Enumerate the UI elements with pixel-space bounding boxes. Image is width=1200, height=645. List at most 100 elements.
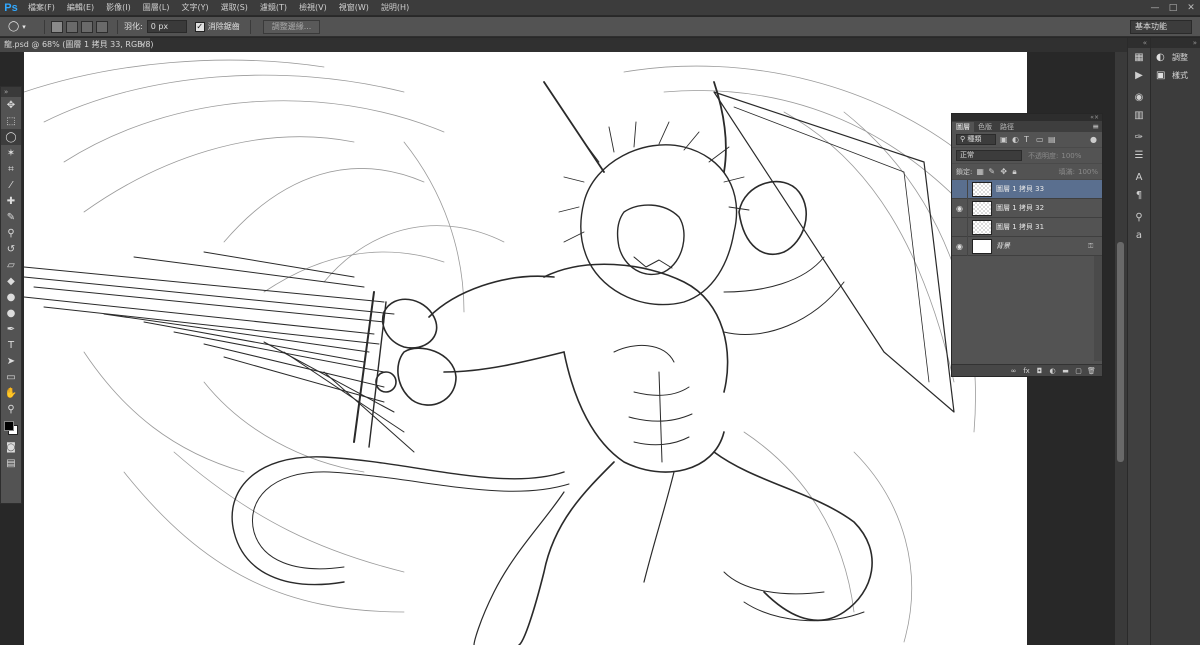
filter-toggle-icon[interactable]: ● [1090, 135, 1098, 144]
lasso-tool-preset[interactable]: ◯ ▾ [8, 19, 38, 35]
adjustments-panel-button[interactable]: ◐ 調整 [1151, 48, 1200, 66]
menu-edit[interactable]: 編輯(E) [61, 2, 100, 13]
layer-row[interactable]: 圖層 1 拷貝 33 [952, 179, 1102, 199]
tab-channels[interactable]: 色版 [974, 122, 996, 132]
swatches-panel-icon[interactable]: ▥ [1128, 106, 1150, 124]
minimize-button[interactable]: — [1146, 0, 1164, 16]
menu-image[interactable]: 影像(I) [100, 2, 137, 13]
history-panel-icon[interactable]: ▦ [1128, 48, 1150, 66]
artboard[interactable] [24, 52, 1027, 645]
move-tool-icon[interactable]: ✥ [1, 97, 21, 113]
refine-edge-button[interactable]: 調整邊緣... [262, 19, 321, 34]
brush-tool-icon[interactable]: ✎ [1, 209, 21, 225]
brush-presets-icon[interactable]: ☰ [1128, 146, 1150, 164]
visibility-toggle[interactable] [952, 179, 968, 199]
filter-smart-object-icon[interactable]: ▤ [1048, 135, 1056, 144]
lock-transparent-icon[interactable]: ▦ [976, 167, 984, 176]
feather-input[interactable]: 0 px [146, 20, 187, 33]
vertical-scrollbar[interactable] [1115, 52, 1127, 645]
marquee-tool-icon[interactable]: ⬚ [1, 113, 21, 129]
layer-row[interactable]: 圖層 1 拷貝 31 [952, 217, 1102, 237]
crop-tool-icon[interactable]: ⌗ [1, 161, 21, 177]
screen-mode-icon[interactable]: ▤ [1, 455, 21, 471]
history-brush-tool-icon[interactable]: ↺ [1, 241, 21, 257]
character-panel-icon[interactable]: A [1128, 168, 1150, 186]
foreground-color-swatch[interactable] [4, 421, 14, 431]
lasso-tool-icon[interactable]: ◯ [1, 129, 21, 145]
paragraph-panel-icon[interactable]: ¶ [1128, 186, 1150, 204]
fx-icon[interactable]: fx [1020, 367, 1033, 375]
tab-paths[interactable]: 路徑 [996, 122, 1018, 132]
scrollbar-thumb[interactable] [1117, 242, 1124, 462]
dodge-tool-icon[interactable]: ● [1, 305, 21, 321]
subtract-selection-button[interactable] [81, 20, 93, 33]
type-tool-icon[interactable]: T [1, 337, 21, 353]
antialias-checkbox[interactable]: ✓ [194, 21, 205, 32]
layer-row[interactable]: ◉ 圖層 1 拷貝 32 [952, 198, 1102, 218]
close-window-button[interactable]: ✕ [1182, 0, 1200, 16]
character-styles-icon[interactable]: a [1128, 226, 1150, 244]
filter-adjustment-icon[interactable]: ◐ [1012, 135, 1020, 144]
menu-help[interactable]: 說明(H) [375, 2, 415, 13]
menu-layer[interactable]: 圖層(L) [137, 2, 176, 13]
magic-wand-tool-icon[interactable]: ✶ [1, 145, 21, 161]
group-icon[interactable]: ▬ [1059, 367, 1072, 375]
quick-mask-icon[interactable]: ◙ [1, 439, 21, 455]
zoom-tool-icon[interactable]: ⚲ [1, 401, 21, 417]
add-to-selection-button[interactable] [66, 20, 78, 33]
dock-collapse-icon[interactable]: « [1128, 38, 1150, 48]
filter-pixel-icon[interactable]: ▣ [1000, 135, 1008, 144]
eye-icon[interactable]: ◉ [952, 236, 968, 256]
healing-brush-tool-icon[interactable]: ✚ [1, 193, 21, 209]
brush-panel-icon[interactable]: ✑ [1128, 128, 1150, 146]
adjustment-layer-icon[interactable]: ◐ [1046, 367, 1059, 375]
panel-collapse-icon[interactable]: » [1, 87, 21, 97]
lock-all-icon[interactable]: 🔒︎ [1012, 167, 1020, 176]
menu-select[interactable]: 選取(S) [215, 2, 254, 13]
actions-panel-icon[interactable]: ▶ [1128, 66, 1150, 84]
blur-tool-icon[interactable]: ● [1, 289, 21, 305]
shape-tool-icon[interactable]: ▭ [1, 369, 21, 385]
lock-position-icon[interactable]: ✥ [1000, 167, 1008, 176]
panel-collapse-icon[interactable]: «× [952, 114, 1102, 121]
tab-layers[interactable]: 圖層 [952, 122, 974, 132]
menu-window[interactable]: 視窗(W) [333, 2, 375, 13]
pen-tool-icon[interactable]: ✒ [1, 321, 21, 337]
dock-expand-icon[interactable]: » [1151, 38, 1200, 48]
filter-type-icon[interactable]: T [1024, 135, 1032, 144]
color-swatches[interactable] [1, 417, 21, 439]
filter-kind-select[interactable]: ⚲ 種類 [956, 134, 996, 145]
close-icon[interactable]: × [139, 38, 146, 52]
link-icon[interactable]: ∞ [1007, 367, 1020, 375]
panel-menu-icon[interactable]: ≡ [1092, 122, 1099, 131]
clone-source-icon[interactable]: ⚲ [1128, 208, 1150, 226]
clone-stamp-tool-icon[interactable]: ⚲ [1, 225, 21, 241]
workspace-select[interactable]: 基本功能 [1130, 20, 1192, 34]
eraser-tool-icon[interactable]: ▱ [1, 257, 21, 273]
menu-filter[interactable]: 濾鏡(T) [254, 2, 293, 13]
eyedropper-tool-icon[interactable]: ⁄ [1, 177, 21, 193]
new-selection-button[interactable] [51, 20, 63, 33]
trash-icon[interactable]: 🗑︎ [1085, 367, 1098, 375]
intersect-selection-button[interactable] [96, 20, 108, 33]
fill-value[interactable]: 100% [1078, 168, 1098, 176]
lock-pixels-icon[interactable]: ✎ [988, 167, 996, 176]
menu-file[interactable]: 檔案(F) [22, 2, 61, 13]
paint-bucket-tool-icon[interactable]: ◆ [1, 273, 21, 289]
opacity-value[interactable]: 100% [1061, 152, 1081, 160]
styles-panel-button[interactable]: ▣ 樣式 [1151, 66, 1200, 84]
maximize-button[interactable]: □ [1164, 0, 1182, 16]
menu-view[interactable]: 檢視(V) [293, 2, 333, 13]
path-selection-tool-icon[interactable]: ➤ [1, 353, 21, 369]
document-tab[interactable]: 龍.psd @ 68% (圖層 1 拷貝 33, RGB/8) × [0, 38, 154, 52]
color-panel-icon[interactable]: ◉ [1128, 88, 1150, 106]
layer-row[interactable]: ◉ 背景 ⚿ [952, 236, 1102, 256]
menu-type[interactable]: 文字(Y) [175, 2, 214, 13]
eye-icon[interactable]: ◉ [952, 198, 968, 218]
hand-tool-icon[interactable]: ✋ [1, 385, 21, 401]
filter-shape-icon[interactable]: ▭ [1036, 135, 1044, 144]
mask-icon[interactable]: ◘ [1033, 367, 1046, 375]
new-layer-icon[interactable]: ▢ [1072, 367, 1085, 375]
blend-mode-select[interactable]: 正常 [956, 150, 1022, 161]
visibility-toggle[interactable] [952, 217, 968, 237]
